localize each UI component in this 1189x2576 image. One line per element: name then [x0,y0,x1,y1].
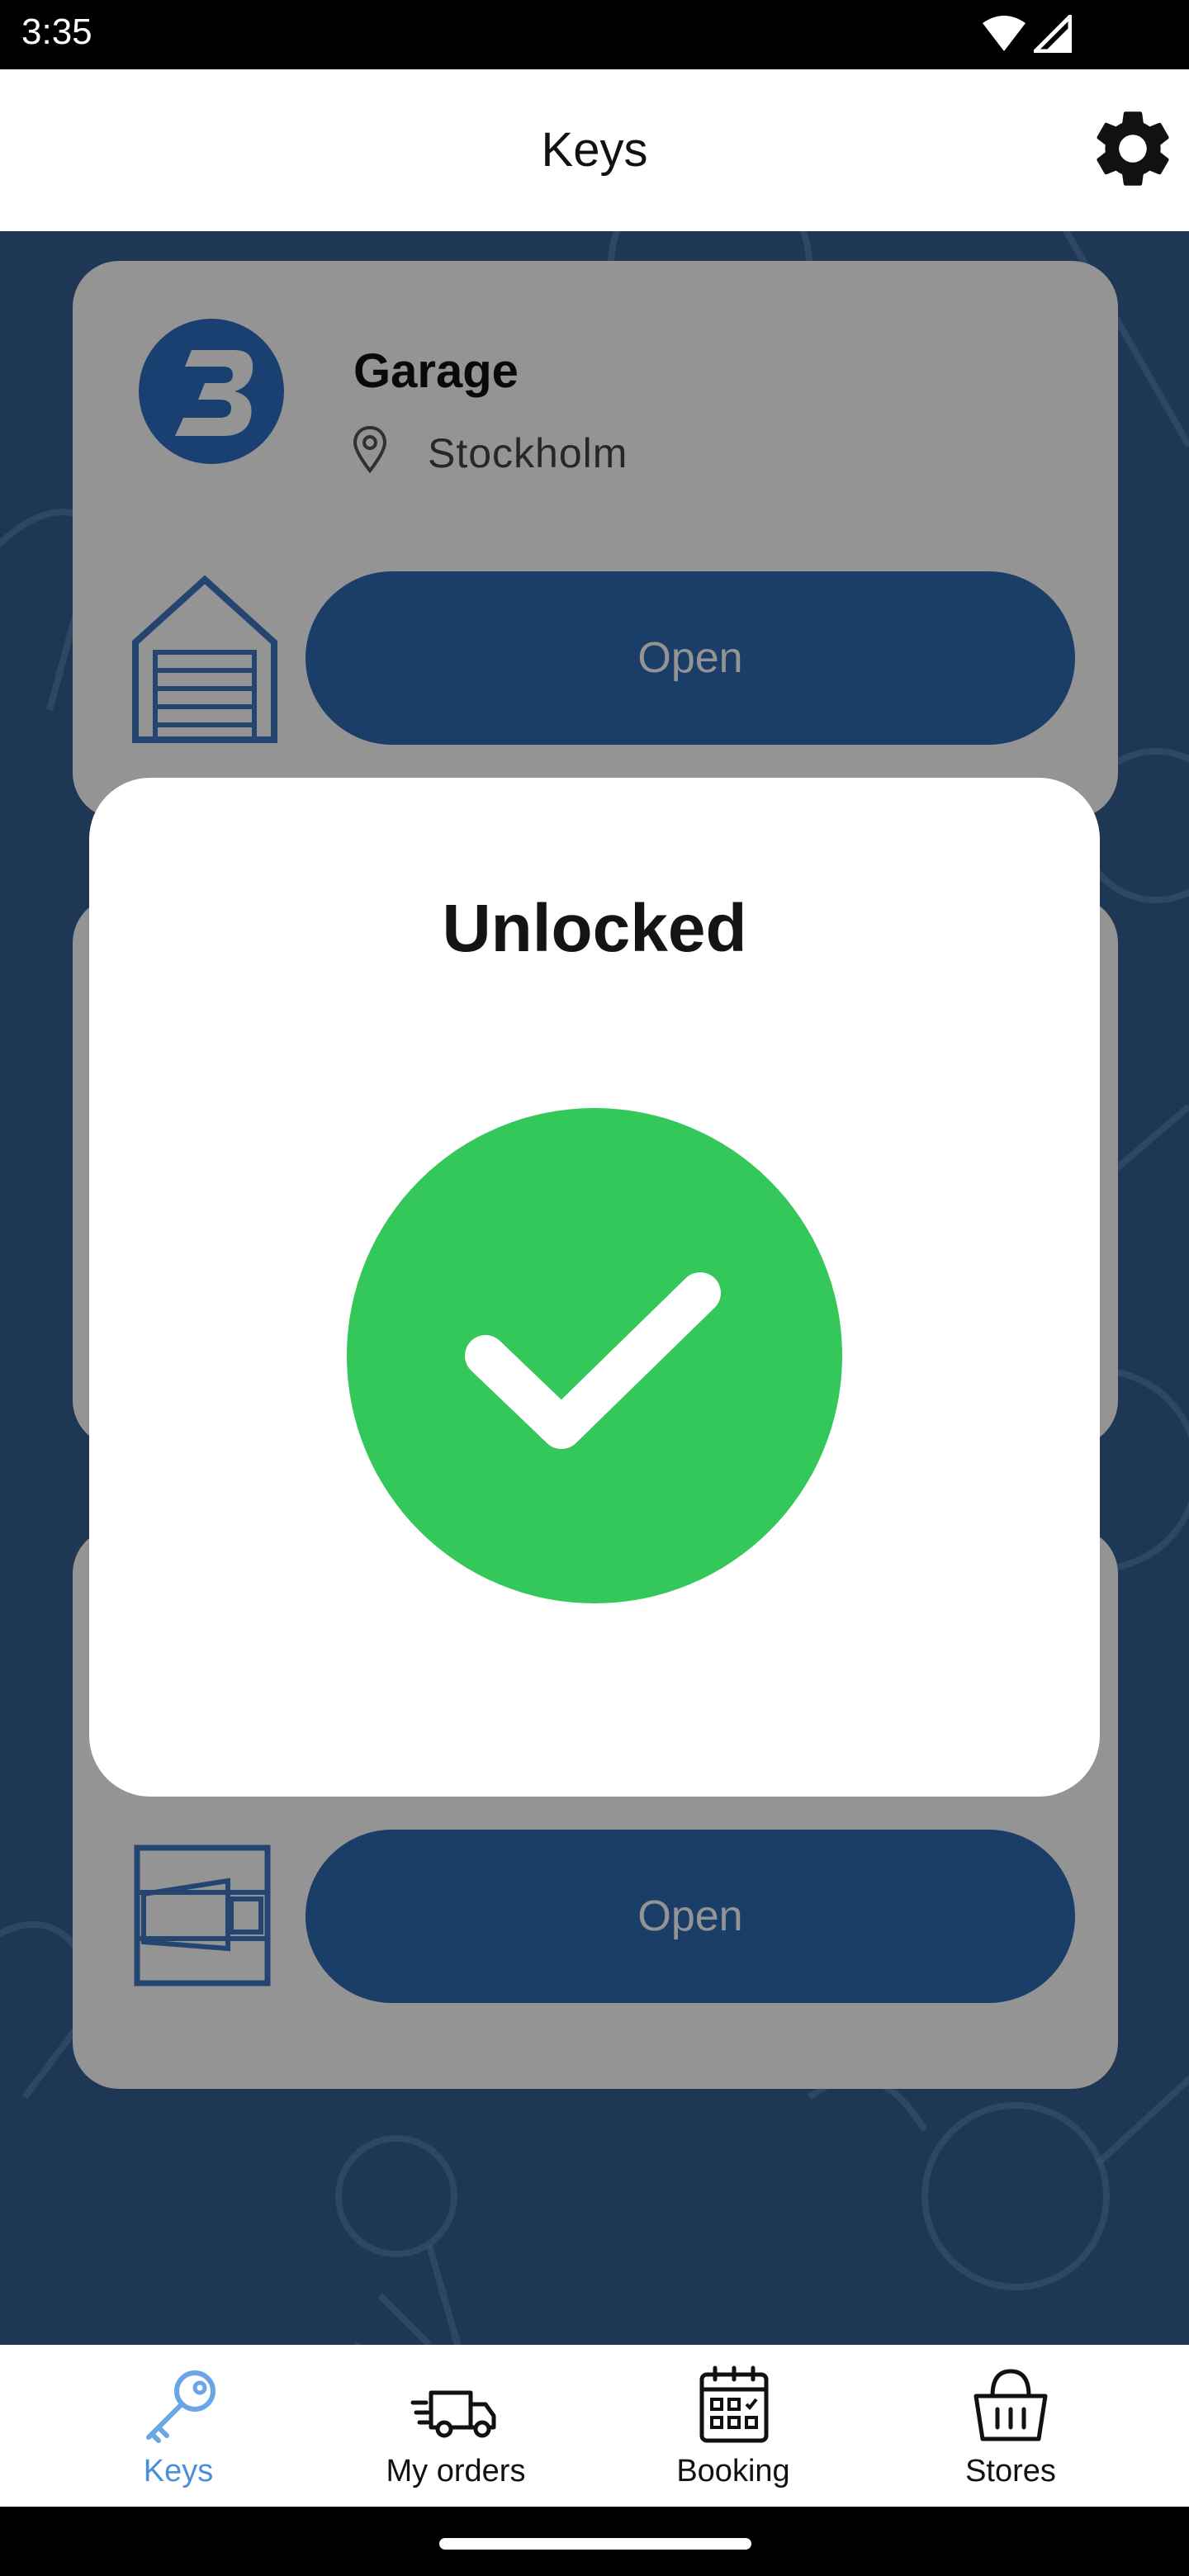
basket-icon [973,2369,1048,2441]
status-time: 3:35 [21,12,92,52]
check-circle-icon [347,1108,842,1603]
app-bar: Keys [0,69,1189,231]
nav-item-booking[interactable]: Booking [593,2345,874,2507]
nav-label-keys: Keys [143,2454,214,2488]
bottom-navigation: Keys My orders Booking Stores [0,2345,1189,2507]
nav-item-stores[interactable]: Stores [870,2345,1151,2507]
wifi-icon [983,16,1026,51]
system-navigation-bar [0,2507,1189,2576]
nav-label-my-orders: My orders [386,2454,526,2488]
nav-item-my-orders[interactable]: My orders [315,2345,596,2507]
dialog-title: Unlocked [442,891,747,966]
nav-label-stores: Stores [965,2454,1056,2488]
nav-label-booking: Booking [676,2454,790,2488]
unlocked-dialog: Unlocked [89,778,1100,1797]
page-title: Keys [541,123,648,177]
settings-button[interactable] [1087,102,1179,195]
home-gesture-handle[interactable] [439,2538,751,2550]
gear-icon [1097,111,1169,186]
signal-icon [1034,15,1072,53]
status-bar: 3:35 [0,0,1189,69]
key-icon [146,2370,216,2443]
nav-item-keys[interactable]: Keys [38,2345,319,2507]
delivery-truck-icon [410,2390,496,2438]
calendar-icon [699,2365,769,2443]
